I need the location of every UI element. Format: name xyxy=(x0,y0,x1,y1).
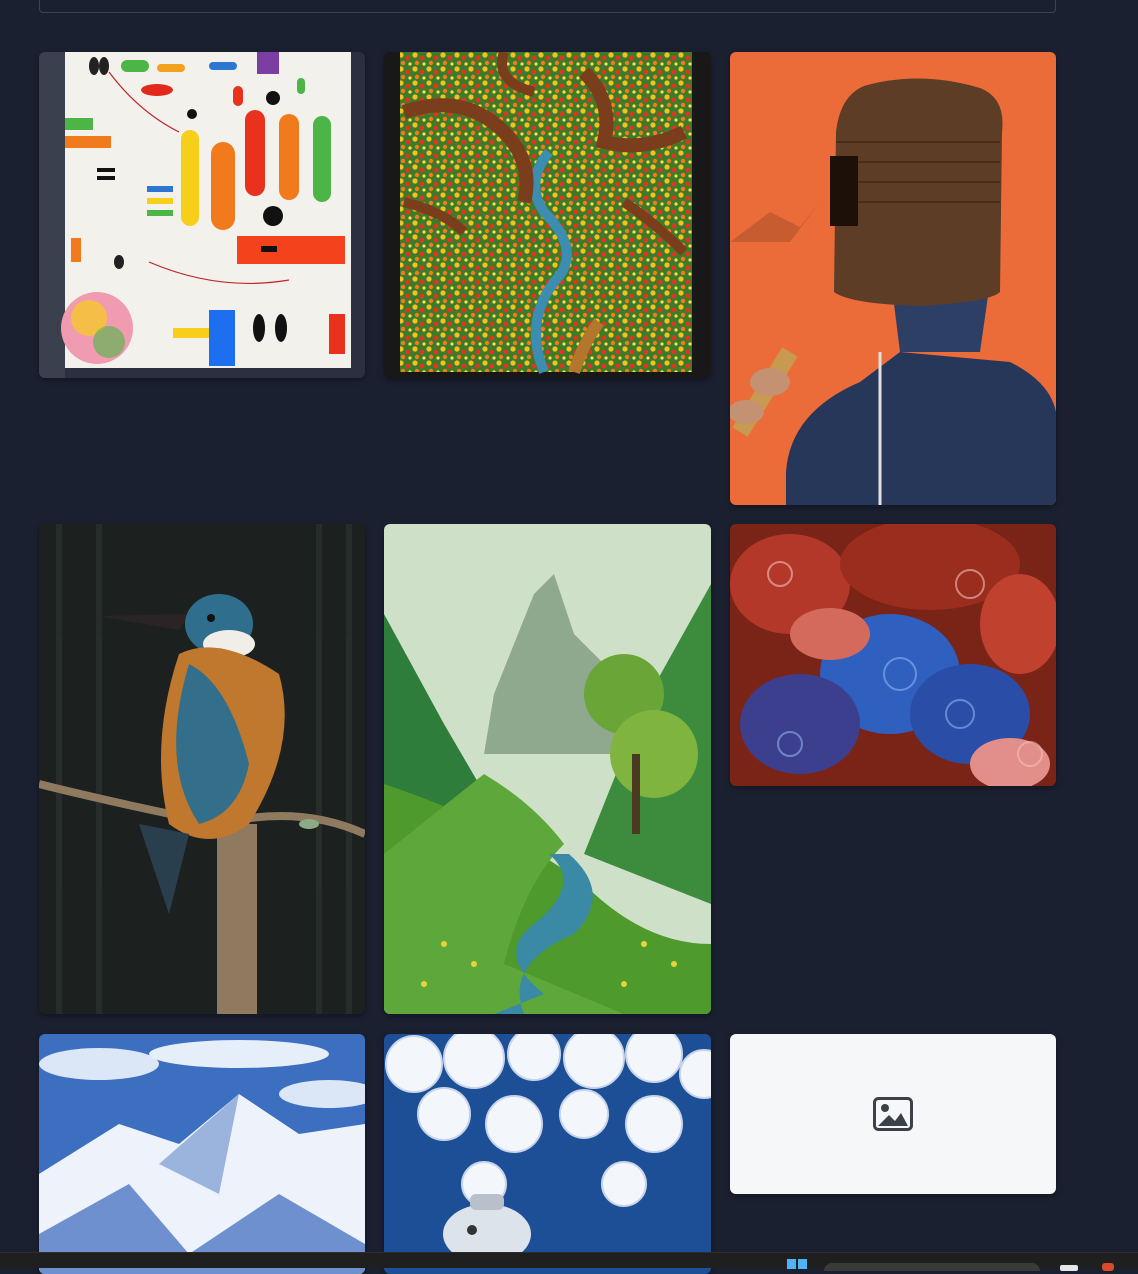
kingfisher-painting-image xyxy=(39,524,365,1014)
flower-forest-painting-image xyxy=(384,52,711,378)
os-taskbar xyxy=(0,1252,1138,1271)
artwork-card-red-blue-swirl[interactable] xyxy=(730,524,1056,786)
artwork-card-green-valley[interactable] xyxy=(384,524,711,1014)
flute-player-painting-image xyxy=(730,52,1056,505)
artwork-card-abstract[interactable] xyxy=(39,52,365,378)
snowy-mountains-painting-image xyxy=(39,1034,365,1274)
green-valley-painting-image xyxy=(384,524,711,1014)
artwork-card-flower-forest[interactable] xyxy=(384,52,711,378)
image-placeholder-icon xyxy=(873,1097,913,1131)
search-input[interactable] xyxy=(39,0,1056,13)
artwork-card-missing-image[interactable] xyxy=(730,1034,1056,1194)
artwork-card-flute-player[interactable] xyxy=(730,52,1056,505)
artwork-card-white-swirl-teapot[interactable] xyxy=(384,1034,711,1274)
artwork-card-kingfisher[interactable] xyxy=(39,524,365,1014)
taskbar-search-bar[interactable] xyxy=(824,1263,1040,1271)
abstract-painting-image xyxy=(39,52,365,378)
red-blue-swirl-painting-image xyxy=(730,524,1056,786)
artwork-card-snowy-mountains[interactable] xyxy=(39,1034,365,1274)
taskbar-app-icon[interactable] xyxy=(1060,1265,1078,1271)
white-swirl-teapot-painting-image xyxy=(384,1034,711,1274)
taskbar-app-icon[interactable] xyxy=(1102,1263,1114,1271)
